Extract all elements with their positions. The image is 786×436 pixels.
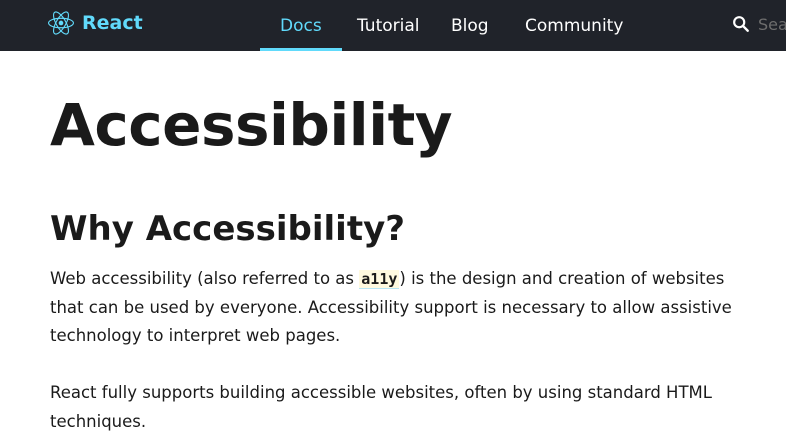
nav-link-docs-label: Docs [280, 15, 322, 36]
section-heading: Why Accessibility? [50, 209, 405, 249]
nav-link-tutorial[interactable]: Tutorial [357, 0, 420, 51]
nav-link-docs[interactable]: Docs [260, 0, 342, 51]
intro-text-before: Web accessibility (also referred to as [50, 269, 360, 288]
nav-link-blog[interactable]: Blog [451, 0, 489, 51]
a11y-code: a11y [359, 270, 400, 289]
nav-link-tutorial-label: Tutorial [357, 15, 420, 36]
top-navbar: React Docs Tutorial Blog Community [0, 0, 786, 51]
nav-link-community[interactable]: Community [525, 0, 623, 51]
nav-link-community-label: Community [525, 15, 624, 36]
intro-paragraph: Web accessibility (also referred to as a… [50, 265, 750, 351]
page-title: Accessibility [50, 91, 453, 159]
search-icon [733, 16, 749, 32]
active-tab-indicator [260, 48, 342, 51]
logo-text: React [82, 12, 143, 34]
react-atom-icon [48, 11, 74, 35]
search-input[interactable] [758, 14, 786, 34]
support-paragraph: React fully supports building accessible… [50, 383, 712, 431]
search-box[interactable] [732, 11, 786, 37]
nav-link-blog-label: Blog [451, 15, 489, 36]
react-logo-link[interactable]: React [48, 9, 143, 37]
